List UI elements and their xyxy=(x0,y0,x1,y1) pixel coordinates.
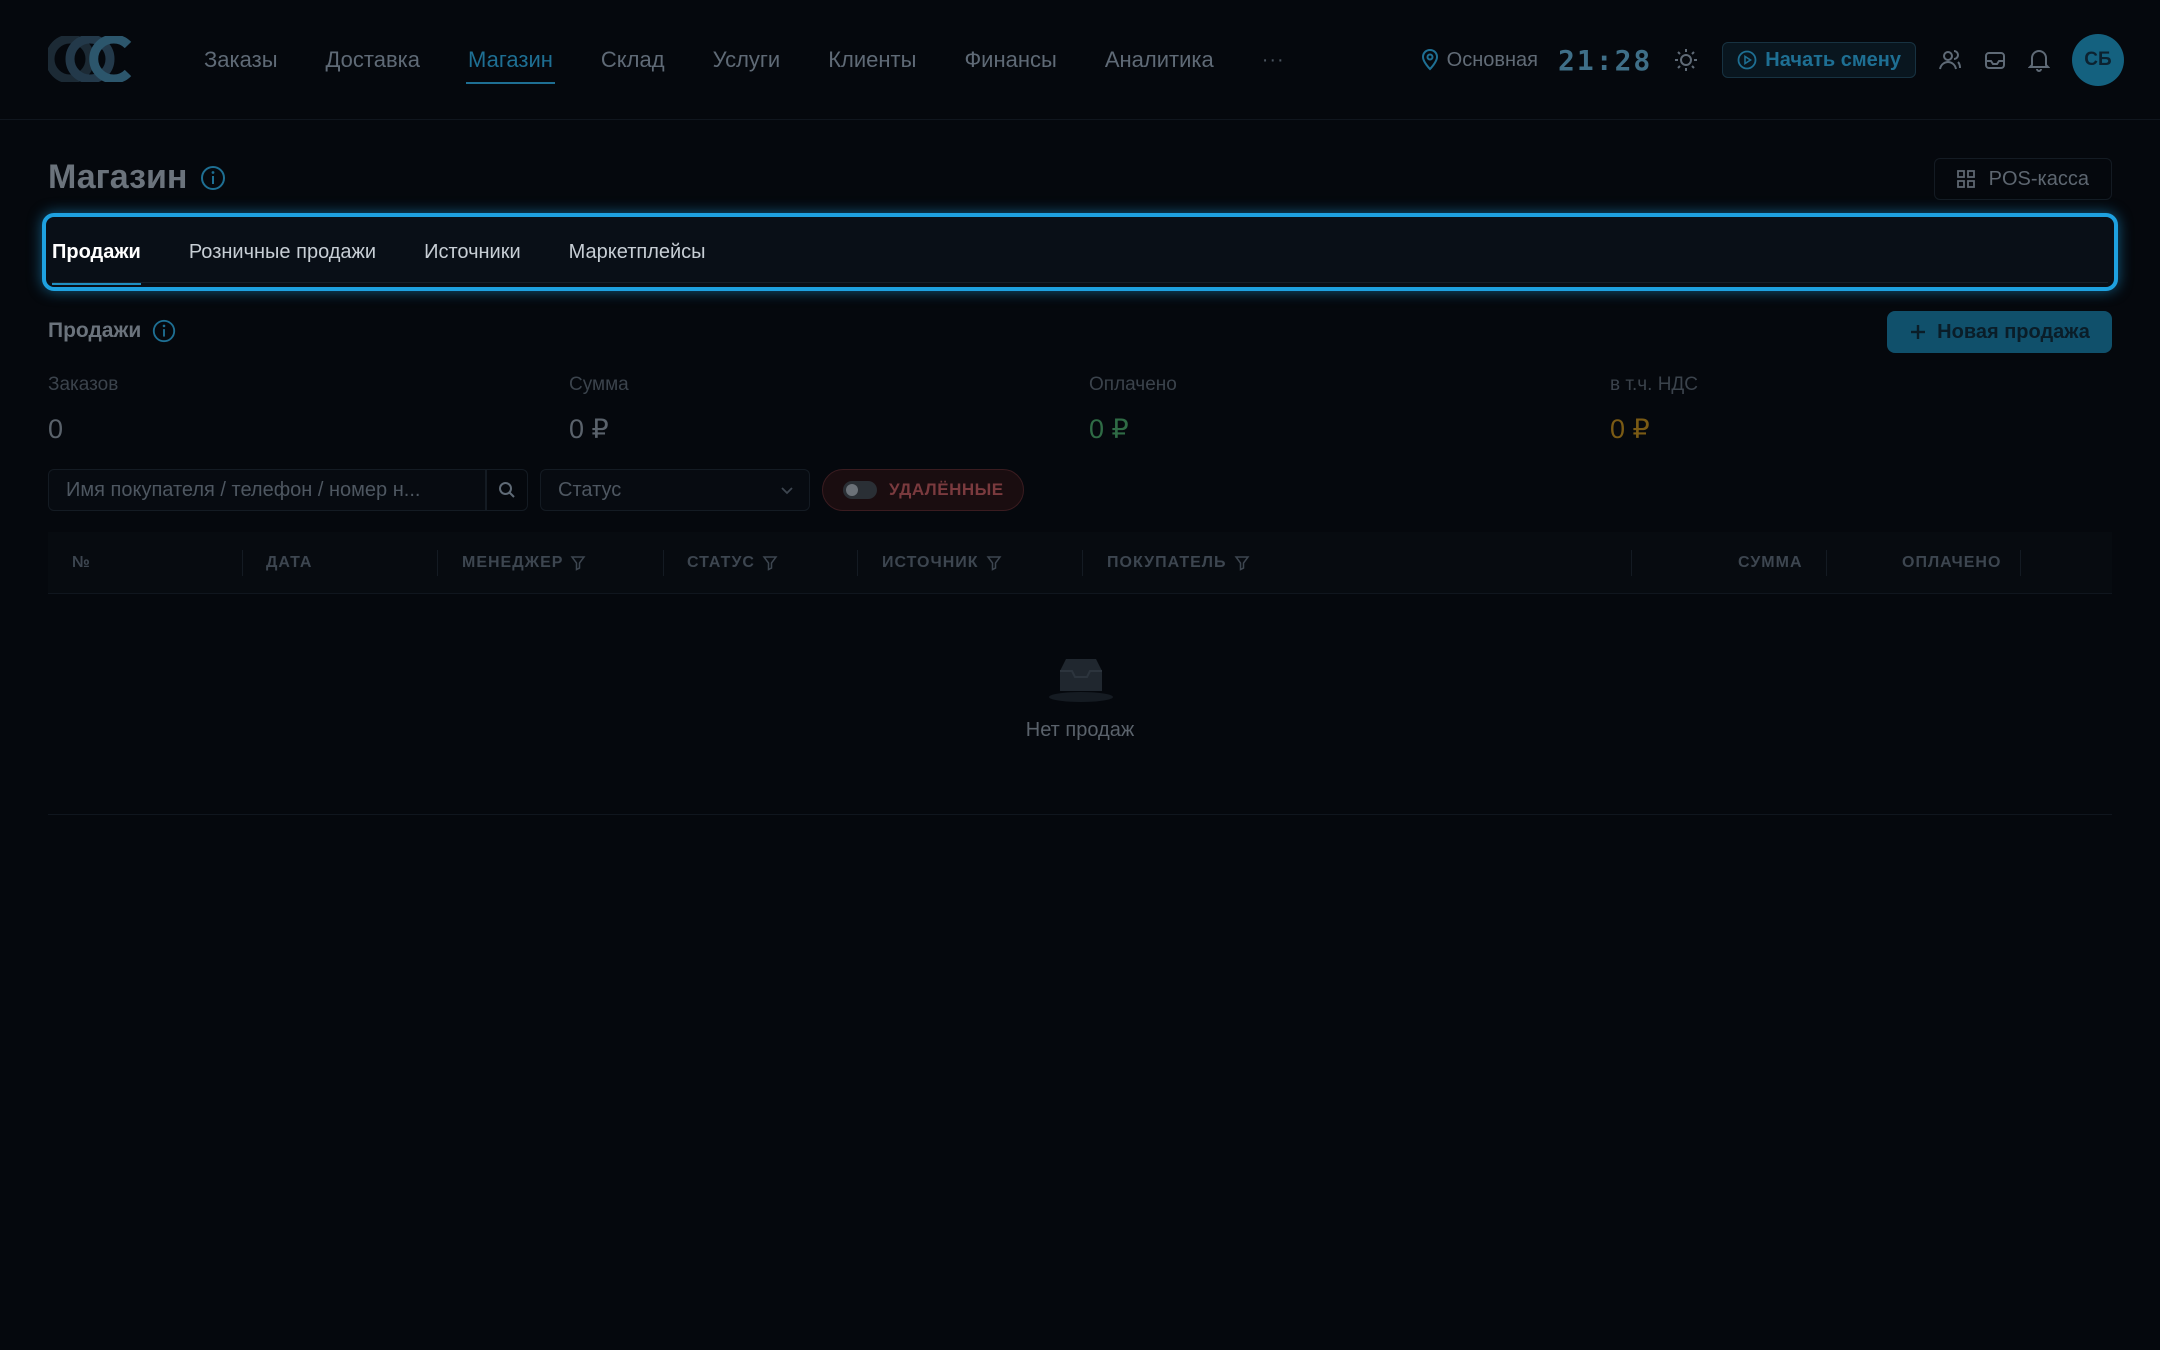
column-source[interactable]: ИСТОЧНИК xyxy=(882,532,1002,594)
nav-item-delivery[interactable]: Доставка xyxy=(308,0,438,120)
column-divider xyxy=(2020,550,2021,576)
filter-icon[interactable] xyxy=(986,555,1002,571)
start-shift-button[interactable]: Начать смену xyxy=(1722,42,1916,78)
stat-paid: Оплачено 0 ₽ xyxy=(1089,374,1177,445)
main-nav: Заказы Доставка Магазин Склад Услуги Кли… xyxy=(186,0,1315,120)
column-divider xyxy=(857,550,858,576)
filter-icon[interactable] xyxy=(1234,555,1250,571)
header-right: Основная 21:28 Начать смену СБ xyxy=(1421,0,2124,120)
top-navigation-bar: Заказы Доставка Магазин Склад Услуги Кли… xyxy=(0,0,2160,120)
info-icon[interactable] xyxy=(151,318,177,344)
shop-tabs: Продажи Розничные продажи Источники Марк… xyxy=(42,213,2118,291)
tab-marketplaces[interactable]: Маркетплейсы xyxy=(569,217,706,287)
stat-orders: Заказов 0 xyxy=(48,374,118,445)
page-title: Магазин xyxy=(48,158,227,197)
users-icon[interactable] xyxy=(1938,48,1962,72)
deleted-label: УДАЛЁННЫЕ xyxy=(889,480,1004,499)
stat-vat: в т.ч. НДС 0 ₽ xyxy=(1610,374,1698,445)
column-divider xyxy=(1826,550,1827,576)
stat-value: 0 xyxy=(48,414,64,444)
nav-item-warehouse[interactable]: Склад xyxy=(583,0,683,120)
new-sale-button[interactable]: Новая продажа xyxy=(1887,311,2112,353)
nav-item-services[interactable]: Услуги xyxy=(695,0,799,120)
column-buyer[interactable]: ПОКУПАТЕЛЬ xyxy=(1107,532,1250,594)
app-logo[interactable] xyxy=(45,34,134,84)
stat-value: 0 ₽ xyxy=(1610,414,1650,444)
search-input[interactable]: Имя покупателя / телефон / номер н... xyxy=(48,469,486,511)
page-title-text: Магазин xyxy=(48,158,188,196)
table-header: № ДАТА МЕНЕДЖЕР СТАТУС ИСТОЧНИК ПОКУПАТЕ… xyxy=(48,532,2112,594)
status-select-placeholder: Статус xyxy=(558,478,622,501)
user-avatar[interactable]: СБ xyxy=(2072,34,2124,86)
search-icon xyxy=(499,482,515,498)
nav-item-clients[interactable]: Клиенты xyxy=(810,0,934,120)
section-title: Продажи xyxy=(48,318,177,344)
sales-table: № ДАТА МЕНЕДЖЕР СТАТУС ИСТОЧНИК ПОКУПАТЕ… xyxy=(48,532,2112,594)
tab-retail-sales[interactable]: Розничные продажи xyxy=(189,217,376,287)
pos-register-label: POS-касса xyxy=(1988,167,2089,190)
clock: 21:28 xyxy=(1558,43,1653,77)
nav-item-shop[interactable]: Магазин xyxy=(450,0,571,120)
column-status[interactable]: СТАТУС xyxy=(687,532,778,594)
tab-sales[interactable]: Продажи xyxy=(52,217,141,287)
info-icon[interactable] xyxy=(199,164,227,192)
status-select[interactable]: Статус xyxy=(540,469,810,511)
column-divider xyxy=(242,550,243,576)
start-shift-label: Начать смену xyxy=(1765,48,1901,71)
toggle-switch[interactable] xyxy=(843,481,877,499)
column-sum[interactable]: СУММА xyxy=(1738,532,1803,594)
location-selector[interactable]: Основная xyxy=(1421,49,1538,72)
theme-toggle-sun-icon[interactable] xyxy=(1674,48,1698,72)
stat-value: 0 ₽ xyxy=(569,414,609,444)
empty-inbox-icon xyxy=(1048,657,1114,708)
column-divider xyxy=(663,550,664,576)
tab-sources[interactable]: Источники xyxy=(424,217,521,287)
nav-more-button[interactable]: ··· xyxy=(1244,0,1303,120)
stat-value: 0 ₽ xyxy=(1089,414,1129,444)
column-number: № xyxy=(72,554,91,571)
deleted-toggle[interactable]: УДАЛЁННЫЕ xyxy=(822,469,1024,511)
filter-icon[interactable] xyxy=(570,555,586,571)
column-paid[interactable]: ОПЛАЧЕНО xyxy=(1902,532,2001,594)
nav-item-orders[interactable]: Заказы xyxy=(186,0,296,120)
stat-label: Оплачено xyxy=(1089,374,1177,395)
stat-label: Сумма xyxy=(569,374,629,395)
stat-label: в т.ч. НДС xyxy=(1610,374,1699,395)
play-circle-icon xyxy=(1737,50,1757,70)
inbox-icon[interactable] xyxy=(1984,49,2006,71)
column-divider xyxy=(1082,550,1083,576)
search-button[interactable] xyxy=(486,469,528,511)
plus-icon xyxy=(1911,325,1926,339)
location-pin-icon xyxy=(1421,49,1438,71)
empty-state-text: Нет продаж xyxy=(1025,719,1135,741)
tabs-divider xyxy=(52,282,2108,283)
pos-register-button[interactable]: POS-касса xyxy=(1933,158,2112,200)
stat-label: Заказов xyxy=(48,374,119,395)
location-label: Основная xyxy=(1446,48,1538,71)
nav-item-finance[interactable]: Финансы xyxy=(946,0,1074,120)
column-divider xyxy=(437,550,438,576)
section-title-text: Продажи xyxy=(48,319,142,342)
stat-sum: Сумма 0 ₽ xyxy=(569,374,629,445)
empty-state: Нет продаж xyxy=(48,595,2112,815)
column-manager[interactable]: МЕНЕДЖЕР xyxy=(462,532,586,594)
filter-icon[interactable] xyxy=(762,555,778,571)
column-date[interactable]: ДАТА xyxy=(266,532,312,594)
chevron-down-icon xyxy=(779,482,795,498)
bell-icon[interactable] xyxy=(2028,48,2050,72)
new-sale-label: Новая продажа xyxy=(1937,320,2090,343)
grid-icon xyxy=(1956,170,1975,188)
column-divider xyxy=(1631,550,1632,576)
nav-item-analytics[interactable]: Аналитика xyxy=(1087,0,1232,120)
